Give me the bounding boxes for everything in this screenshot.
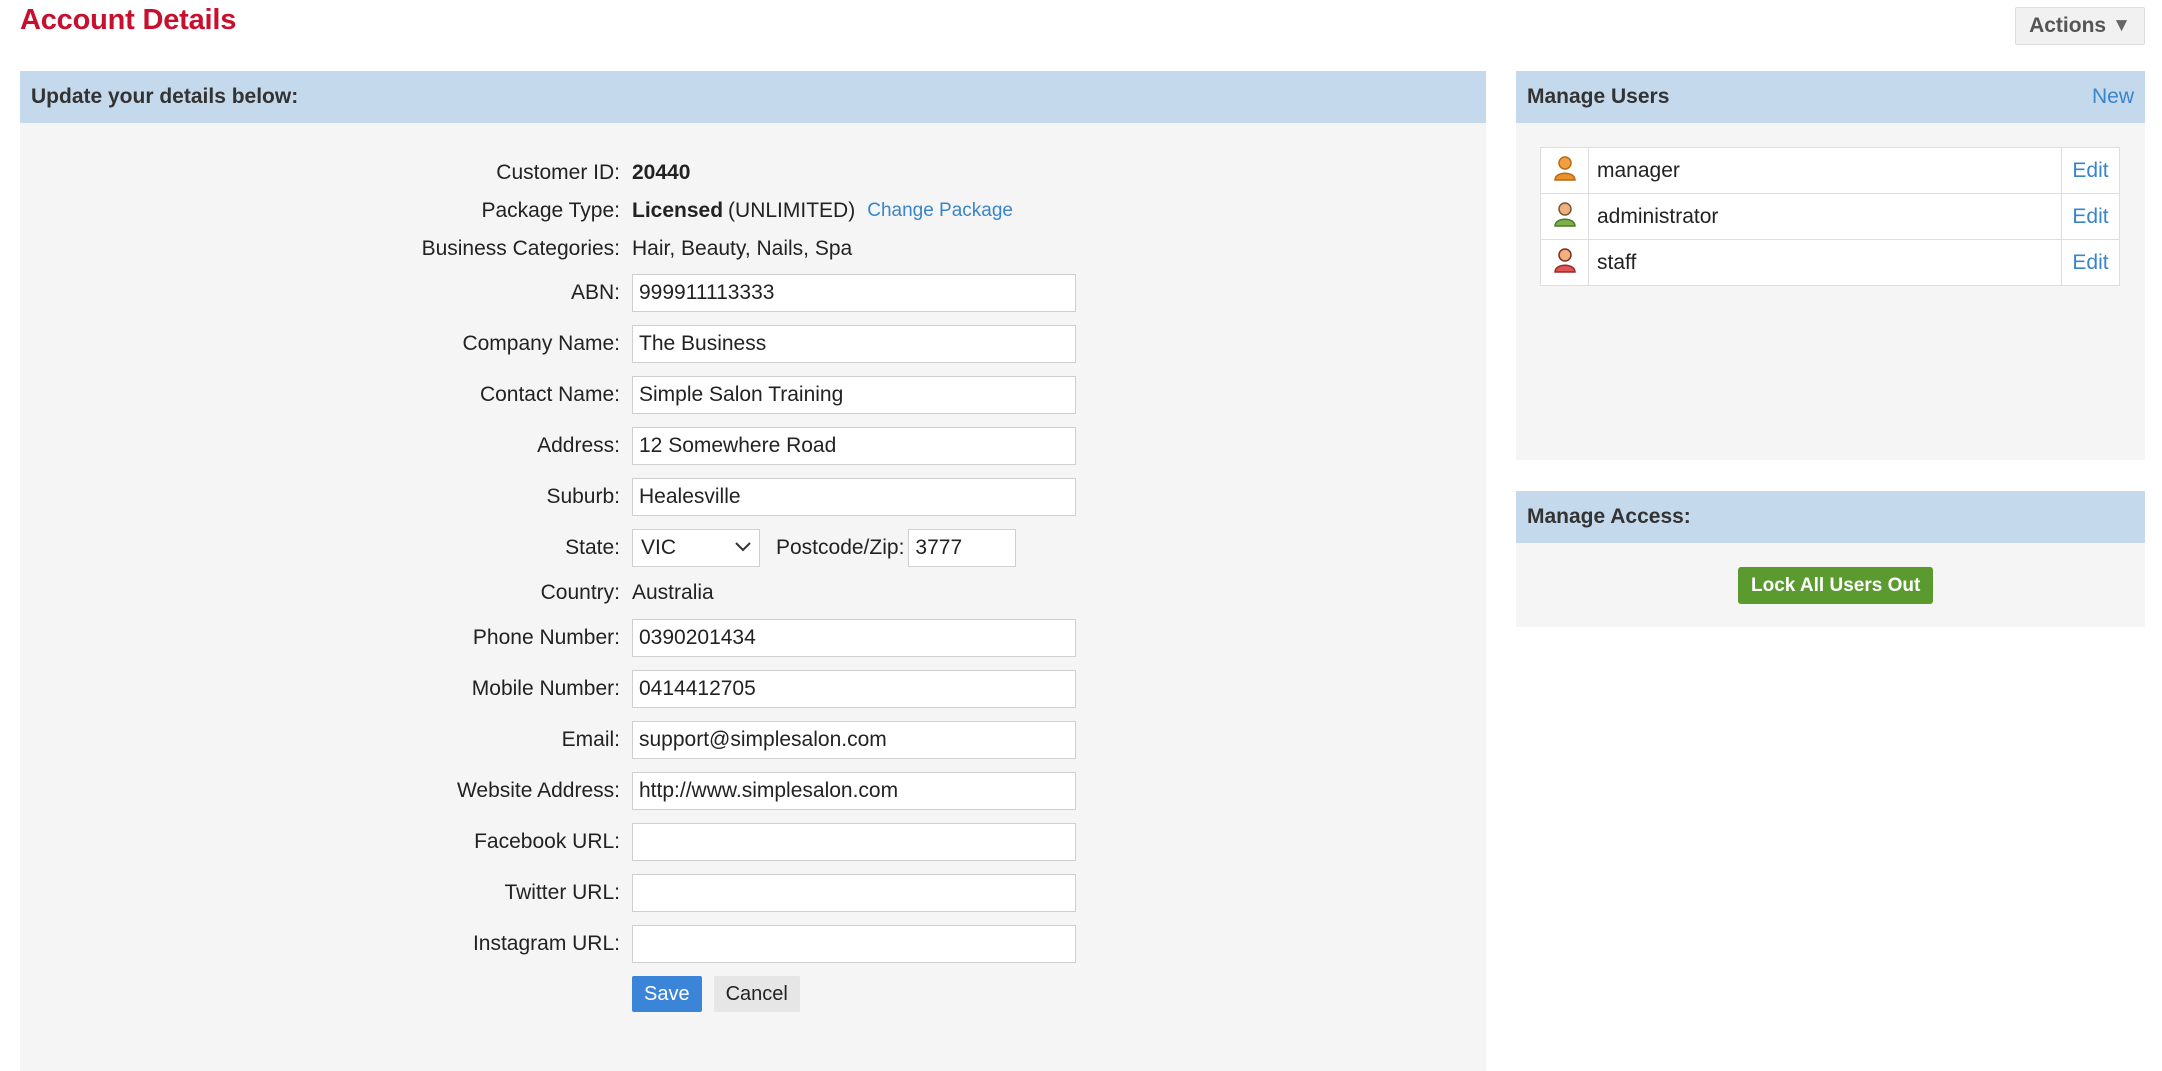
details-panel: Update your details below: Customer ID: … [20, 71, 1486, 1071]
manage-access-heading: Manage Access: [1527, 505, 1691, 528]
user-icon [1553, 155, 1576, 181]
address-label: Address: [537, 434, 620, 457]
customer-id-value: 20440 [632, 161, 691, 184]
user-name: manager [1588, 147, 2062, 194]
website-row: Website Address: http://www.simplesalon.… [20, 771, 1076, 811]
abn-row: ABN: 999911113333 [20, 273, 1076, 313]
facebook-label: Facebook URL: [474, 830, 620, 853]
instagram-row: Instagram URL: [20, 924, 1076, 964]
user-icon [1553, 201, 1576, 227]
new-user-link[interactable]: New [2092, 85, 2134, 109]
abn-input[interactable]: 999911113333 [632, 274, 1076, 312]
package-type-value: Licensed (UNLIMITED) Change Package [632, 199, 1013, 223]
state-row: State: VIC Postcode/Zip: 3777 [20, 528, 1017, 568]
customer-id-row: Customer ID: 20440 [20, 153, 690, 193]
address-row: Address: 12 Somewhere Road [20, 426, 1076, 466]
package-type-row: Package Type: Licensed (UNLIMITED) Chang… [20, 191, 1013, 231]
manage-access-panel: Manage Access: Lock All Users Out [1516, 491, 2145, 627]
company-name-row: Company Name: The Business [20, 324, 1076, 364]
company-name-input[interactable]: The Business [632, 325, 1076, 363]
manage-users-body: manager Edit administrator Edit staff Ed… [1516, 123, 2145, 460]
user-name: administrator [1588, 193, 2062, 240]
user-icon [1553, 247, 1576, 273]
mobile-row: Mobile Number: 0414412705 [20, 669, 1076, 709]
user-icon-cell [1540, 147, 1589, 194]
website-label: Website Address: [456, 779, 620, 802]
country-row: Country: Australia [20, 573, 714, 613]
manage-users-panel: Manage Users New manager Edit administra… [1516, 71, 2145, 460]
twitter-label: Twitter URL: [504, 881, 620, 904]
business-categories-label: Business Categories: [421, 237, 620, 260]
details-form: Customer ID: 20440 Package Type: License… [20, 123, 1486, 1071]
edit-user-link[interactable]: Edit [2061, 147, 2120, 194]
package-type-label: Package Type: [481, 199, 620, 222]
cancel-button[interactable]: Cancel [713, 976, 800, 1012]
contact-name-label: Contact Name: [479, 383, 620, 406]
country-value: Australia [632, 581, 714, 604]
country-label: Country: [540, 581, 620, 604]
postcode-input[interactable]: 3777 [908, 529, 1017, 567]
contact-name-row: Contact Name: Simple Salon Training [20, 375, 1076, 415]
state-select[interactable]: VIC [632, 529, 760, 567]
email-label: Email: [561, 728, 620, 751]
phone-row: Phone Number: 0390201434 [20, 618, 1076, 658]
user-icon-cell [1540, 239, 1589, 286]
suburb-input[interactable]: Healesville [632, 478, 1076, 516]
page-title: Account Details [20, 4, 237, 36]
details-panel-header: Update your details below: [20, 71, 1486, 123]
chevron-down-icon [735, 539, 751, 557]
company-name-label: Company Name: [462, 332, 620, 355]
user-icon-cell [1540, 193, 1589, 240]
edit-user-link[interactable]: Edit [2061, 239, 2120, 286]
mobile-input[interactable]: 0414412705 [632, 670, 1076, 708]
user-name: staff [1588, 239, 2062, 286]
abn-label: ABN: [570, 281, 620, 304]
phone-input[interactable]: 0390201434 [632, 619, 1076, 657]
account-details-page: Account Details Actions ▼ Update your de… [0, 0, 2162, 1071]
change-package-link[interactable]: Change Package [867, 200, 1013, 222]
address-input[interactable]: 12 Somewhere Road [632, 427, 1076, 465]
email-input[interactable]: support@simplesalon.com [632, 721, 1076, 759]
mobile-label: Mobile Number: [471, 677, 620, 700]
lock-all-users-button[interactable]: Lock All Users Out [1738, 567, 1934, 604]
instagram-input[interactable] [632, 925, 1076, 963]
instagram-label: Instagram URL: [472, 932, 620, 955]
twitter-input[interactable] [632, 874, 1076, 912]
email-row: Email: support@simplesalon.com [20, 720, 1076, 760]
website-input[interactable]: http://www.simplesalon.com [632, 772, 1076, 810]
twitter-row: Twitter URL: [20, 873, 1076, 913]
postcode-label: Postcode/Zip: [776, 536, 905, 559]
contact-name-input[interactable]: Simple Salon Training [632, 376, 1076, 414]
state-selected-value: VIC [641, 536, 677, 559]
user-row-manager: manager Edit [1540, 147, 2120, 194]
package-type-name: Licensed [632, 199, 724, 222]
manage-access-body: Lock All Users Out [1516, 543, 2145, 627]
suburb-label: Suburb: [546, 485, 620, 508]
manage-users-header: Manage Users New [1516, 71, 2145, 123]
manage-access-header: Manage Access: [1516, 491, 2145, 543]
save-button[interactable]: Save [632, 976, 702, 1012]
facebook-input[interactable] [632, 823, 1076, 861]
caret-down-icon: ▼ [2112, 15, 2131, 36]
details-panel-heading: Update your details below: [31, 85, 299, 108]
business-categories-row: Business Categories: Hair, Beauty, Nails… [20, 229, 853, 269]
manage-users-heading: Manage Users [1527, 85, 1670, 108]
customer-id-label: Customer ID: [496, 161, 620, 184]
business-categories-link[interactable]: Hair, Beauty, Nails, Spa [632, 237, 852, 261]
facebook-row: Facebook URL: [20, 822, 1076, 862]
users-table: manager Edit administrator Edit staff Ed… [1540, 147, 2120, 286]
actions-label: Actions [2029, 14, 2107, 37]
phone-label: Phone Number: [472, 626, 620, 649]
actions-button[interactable]: Actions ▼ [2015, 7, 2145, 45]
suburb-row: Suburb: Healesville [20, 477, 1076, 517]
user-row-administrator: administrator Edit [1540, 193, 2120, 240]
edit-user-link[interactable]: Edit [2061, 193, 2120, 240]
form-actions: Save Cancel [20, 974, 800, 1014]
state-label: State: [565, 536, 620, 559]
user-row-staff: staff Edit [1540, 239, 2120, 286]
package-type-detail: (UNLIMITED) [728, 199, 856, 222]
